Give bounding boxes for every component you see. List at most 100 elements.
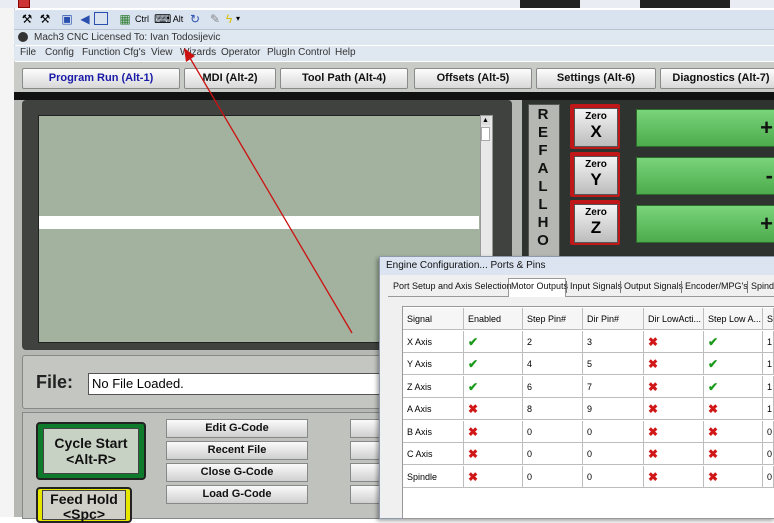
cross-icon[interactable]: ✖ <box>708 470 718 484</box>
table-cell[interactable]: 0 <box>523 443 583 465</box>
cross-icon[interactable]: ✖ <box>648 335 658 349</box>
tab-tool-path[interactable]: Tool Path (Alt-4) <box>280 68 408 89</box>
table-cell[interactable]: ✔ <box>704 331 763 353</box>
table-cell[interactable]: 4 <box>523 353 583 375</box>
menu-wizards[interactable]: Wizards <box>180 47 216 58</box>
menu-operator[interactable]: Operator <box>221 47 260 58</box>
scroll-thumb[interactable] <box>481 127 490 141</box>
check-icon[interactable]: ✔ <box>708 380 718 394</box>
table-cell[interactable]: 8 <box>523 398 583 420</box>
cross-icon[interactable]: ✖ <box>708 402 718 416</box>
table-cell[interactable]: 0 <box>583 466 644 488</box>
menu-config[interactable]: Config <box>45 47 74 58</box>
zero-x-button[interactable]: Zero X <box>574 108 618 147</box>
table-cell[interactable]: ✖ <box>704 443 763 465</box>
cross-icon[interactable]: ✖ <box>648 447 658 461</box>
table-cell[interactable]: 3 <box>583 331 644 353</box>
table-cell[interactable]: 7 <box>583 376 644 398</box>
dialog-tab-encoder-mpgs[interactable]: Encoder/MPG's <box>685 281 748 291</box>
tool-icon[interactable]: ⚒ <box>20 12 34 26</box>
check-icon[interactable]: ✔ <box>708 335 718 349</box>
table-cell[interactable]: 0 <box>763 421 774 443</box>
cross-icon[interactable]: ✖ <box>468 470 478 484</box>
table-cell[interactable]: 2 <box>523 331 583 353</box>
table-cell[interactable]: 0 <box>523 466 583 488</box>
monitor-icon[interactable] <box>94 12 108 25</box>
check-icon[interactable]: ✔ <box>468 335 478 349</box>
table-cell[interactable]: ✖ <box>644 443 704 465</box>
zero-z-button[interactable]: Zero Z <box>574 204 618 243</box>
cross-icon[interactable]: ✖ <box>648 470 658 484</box>
table-cell[interactable]: ✖ <box>464 466 523 488</box>
menu-help[interactable]: Help <box>335 47 356 58</box>
cross-icon[interactable]: ✖ <box>468 402 478 416</box>
table-cell[interactable]: ✖ <box>644 398 704 420</box>
table-cell[interactable]: 0 <box>763 466 774 488</box>
table-cell[interactable]: 1 <box>763 331 774 353</box>
table-cell[interactable]: ✖ <box>644 421 704 443</box>
tool2-icon[interactable]: ⚒ <box>38 12 52 26</box>
zero-y-button[interactable]: Zero Y <box>574 156 618 195</box>
alt-key-icon[interactable]: Alt <box>170 12 186 26</box>
table-cell[interactable]: ✖ <box>464 421 523 443</box>
table-cell[interactable]: ✖ <box>704 398 763 420</box>
table-cell[interactable]: 1 <box>763 353 774 375</box>
table-cell[interactable]: 0 <box>583 443 644 465</box>
cross-icon[interactable]: ✖ <box>648 402 658 416</box>
cross-icon[interactable]: ✖ <box>708 447 718 461</box>
dialog-tab-output-signals[interactable]: Output Signals <box>624 281 683 291</box>
cross-icon[interactable]: ✖ <box>648 380 658 394</box>
dialog-tab-motor-outputs[interactable]: Motor Outputs <box>511 281 568 291</box>
grid-icon[interactable]: ▦ <box>118 12 132 26</box>
table-cell[interactable]: ✖ <box>464 443 523 465</box>
close-gcode-button[interactable]: Close G-Code <box>166 463 308 482</box>
table-cell[interactable]: ✔ <box>464 353 523 375</box>
menu-view[interactable]: View <box>151 47 173 58</box>
dro-x[interactable]: + <box>636 109 774 147</box>
table-cell[interactable]: 0 <box>763 443 774 465</box>
recent-file-button[interactable]: Recent File <box>166 441 308 460</box>
table-cell[interactable]: ✖ <box>644 466 704 488</box>
table-cell[interactable]: 5 <box>583 353 644 375</box>
ctrl-key-icon[interactable]: Ctrl <box>134 12 150 26</box>
cross-icon[interactable]: ✖ <box>468 447 478 461</box>
system-menu-icon[interactable] <box>18 0 30 8</box>
menu-file[interactable]: File <box>20 47 36 58</box>
dialog-tab-spindle[interactable]: Spindle <box>751 281 774 291</box>
menu-plugin-control[interactable]: PlugIn Control <box>267 47 330 58</box>
table-cell[interactable]: ✖ <box>464 398 523 420</box>
keyboard-icon[interactable]: ⌨ <box>154 12 171 26</box>
dro-z[interactable]: + <box>636 205 774 243</box>
window-icon[interactable]: ▣ <box>60 12 74 26</box>
cross-icon[interactable]: ✖ <box>648 357 658 371</box>
dropdown-icon[interactable]: ▾ <box>234 12 242 26</box>
check-icon[interactable]: ✔ <box>468 380 478 394</box>
menu-function-cfgs[interactable]: Function Cfg's <box>82 47 146 58</box>
edit-gcode-button[interactable]: Edit G-Code <box>166 419 308 438</box>
check-icon[interactable]: ✔ <box>468 357 478 371</box>
tab-diagnostics[interactable]: Diagnostics (Alt-7) <box>660 68 774 89</box>
cross-icon[interactable]: ✖ <box>468 425 478 439</box>
cross-icon[interactable]: ✖ <box>708 425 718 439</box>
load-gcode-button[interactable]: Load G-Code <box>166 485 308 504</box>
table-cell[interactable]: ✖ <box>644 376 704 398</box>
table-cell[interactable]: 9 <box>583 398 644 420</box>
table-cell[interactable]: ✖ <box>704 421 763 443</box>
tab-mdi[interactable]: MDI (Alt-2) <box>184 68 276 89</box>
table-cell[interactable]: ✔ <box>464 331 523 353</box>
dialog-tab-input-signals[interactable]: Input Signals <box>570 281 622 291</box>
dialog-tab-port-setup[interactable]: Port Setup and Axis Selection <box>393 281 512 291</box>
table-cell[interactable]: 1 <box>763 376 774 398</box>
table-cell[interactable]: 0 <box>523 421 583 443</box>
table-cell[interactable]: 1 <box>763 398 774 420</box>
scroll-up-icon[interactable]: ▲ <box>481 116 490 125</box>
table-cell[interactable]: 6 <box>523 376 583 398</box>
tab-program-run[interactable]: Program Run (Alt-1) <box>22 68 180 89</box>
cross-icon[interactable]: ✖ <box>648 425 658 439</box>
table-cell[interactable]: ✔ <box>464 376 523 398</box>
table-cell[interactable]: ✔ <box>704 353 763 375</box>
table-cell[interactable]: ✖ <box>704 466 763 488</box>
feed-hold-face[interactable]: Feed Hold <Spc> <box>42 490 126 522</box>
cycle-start-face[interactable]: Cycle Start <Alt-R> <box>43 428 139 474</box>
refresh-icon[interactable]: ↻ <box>188 12 202 26</box>
